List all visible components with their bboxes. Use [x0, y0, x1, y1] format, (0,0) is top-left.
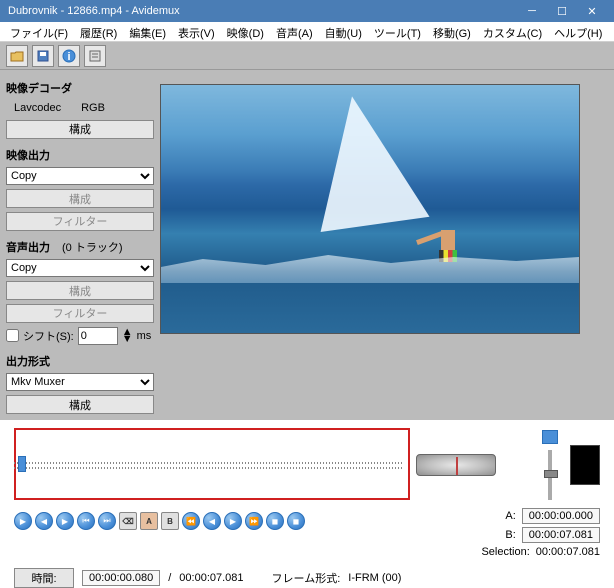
decoder-mode: RGB	[81, 102, 105, 114]
prev-black-button[interactable]: ◼	[266, 512, 284, 530]
menubar: ファイル(F) 履歴(R) 編集(E) 表示(V) 映像(D) 音声(A) 自動…	[0, 22, 614, 42]
menu-tools[interactable]: ツール(T)	[368, 22, 427, 41]
duration: 00:00:07.081	[179, 572, 243, 584]
status-row: 時間: 00:00:00.080 / 00:00:07.081 フレーム形式: …	[14, 568, 600, 588]
maximize-button[interactable]: ☐	[548, 2, 576, 20]
a-time[interactable]: 00:00:00.000	[522, 508, 600, 524]
a-label: A:	[505, 510, 515, 522]
titlebar: Dubrovnik - 12866.mp4 - Avidemux ─ ☐ ✕	[0, 0, 614, 22]
audio-tracks: (0 トラック)	[62, 239, 123, 255]
shift-unit: ms	[137, 330, 152, 342]
video-output-select[interactable]: Copy	[6, 167, 154, 186]
mark-b-button[interactable]: B	[161, 512, 179, 530]
current-time[interactable]: 00:00:00.080	[82, 570, 160, 586]
close-button[interactable]: ✕	[578, 2, 606, 20]
calc-button[interactable]	[84, 45, 106, 67]
selection-label: Selection:	[481, 546, 529, 558]
output-format-config-button[interactable]: 構成	[6, 395, 154, 414]
jog-wheel[interactable]	[416, 454, 496, 476]
decoder-codec: Lavcodec	[14, 102, 61, 114]
next-keyframe-button[interactable]: ⏭	[98, 512, 116, 530]
decoder-config-button[interactable]: 構成	[6, 120, 154, 139]
frame-type: I-FRM (00)	[348, 572, 401, 584]
audio-output-select[interactable]: Copy	[6, 259, 154, 278]
output-format-label: 出力形式	[6, 353, 154, 369]
video-output-filter-button[interactable]: フィルター	[6, 212, 154, 231]
windsurf-sail	[302, 88, 429, 232]
preview-area	[160, 70, 614, 420]
goto-start-button[interactable]: ⏪	[182, 512, 200, 530]
timeline[interactable]	[14, 454, 404, 476]
mark-a-button[interactable]: A	[140, 512, 158, 530]
delete-button[interactable]: ⌫	[119, 512, 137, 530]
vu-meter	[570, 445, 600, 485]
open-button[interactable]	[6, 45, 28, 67]
next-black-button[interactable]: ◼	[287, 512, 305, 530]
shift-checkbox[interactable]	[6, 329, 19, 342]
sidebar: 映像デコーダ Lavcodec RGB 構成 映像出力 Copy 構成 フィルタ…	[0, 70, 160, 420]
video-frame	[160, 84, 580, 334]
bottom-panel: ▶ ◀ ▶ ⏮ ⏭ ⌫ A B ⏪ ◀ ▶ ⏩ ◼ ◼ A: 00:00:00.0…	[0, 420, 614, 555]
prev-keyframe-button[interactable]: ⏮	[77, 512, 95, 530]
info-button[interactable]: i	[58, 45, 80, 67]
menu-edit[interactable]: 編集(E)	[123, 22, 172, 41]
menu-goto[interactable]: 移動(G)	[427, 22, 477, 41]
output-format-select[interactable]: Mkv Muxer	[6, 373, 154, 392]
goto-b-button[interactable]: ▶	[224, 512, 242, 530]
goto-end-button[interactable]: ⏩	[245, 512, 263, 530]
frame-type-label: フレーム形式:	[272, 570, 341, 586]
save-button[interactable]	[32, 45, 54, 67]
audio-output-config-button[interactable]: 構成	[6, 281, 154, 300]
wave	[161, 243, 579, 283]
b-time[interactable]: 00:00:07.081	[522, 527, 600, 543]
playback-controls: ▶ ◀ ▶ ⏮ ⏭ ⌫ A B ⏪ ◀ ▶ ⏩ ◼ ◼	[14, 512, 305, 530]
menu-view[interactable]: 表示(V)	[172, 22, 221, 41]
time-label-button[interactable]: 時間:	[14, 568, 74, 588]
b-label: B:	[505, 529, 515, 541]
audio-output-label: 音声出力	[6, 239, 50, 255]
menu-help[interactable]: ヘルプ(H)	[548, 22, 608, 41]
minimize-button[interactable]: ─	[518, 2, 546, 20]
decoder-label: 映像デコーダ	[6, 80, 154, 96]
video-output-label: 映像出力	[6, 147, 154, 163]
svg-text:i: i	[67, 51, 70, 63]
menu-video[interactable]: 映像(D)	[221, 22, 270, 41]
volume-slider[interactable]	[548, 450, 552, 500]
volume-icon[interactable]	[542, 430, 558, 444]
main-area: 映像デコーダ Lavcodec RGB 構成 映像出力 Copy 構成 フィルタ…	[0, 70, 614, 420]
next-frame-button[interactable]: ▶	[56, 512, 74, 530]
menu-custom[interactable]: カスタム(C)	[477, 22, 548, 41]
menu-file[interactable]: ファイル(F)	[4, 22, 74, 41]
video-output-config-button[interactable]: 構成	[6, 189, 154, 208]
play-button[interactable]: ▶	[14, 512, 32, 530]
menu-audio[interactable]: 音声(A)	[270, 22, 319, 41]
timeline-thumb[interactable]	[18, 456, 26, 472]
audio-output-filter-button[interactable]: フィルター	[6, 304, 154, 323]
goto-a-button[interactable]: ◀	[203, 512, 221, 530]
duration-prefix: /	[168, 572, 171, 584]
window-title: Dubrovnik - 12866.mp4 - Avidemux	[8, 5, 180, 17]
menu-auto[interactable]: 自動(U)	[319, 22, 368, 41]
selection-time: 00:00:07.081	[536, 546, 600, 558]
toolbar: i	[0, 42, 614, 70]
shift-label: シフト(S):	[23, 328, 74, 344]
prev-frame-button[interactable]: ◀	[35, 512, 53, 530]
menu-history[interactable]: 履歴(R)	[74, 22, 123, 41]
shift-input[interactable]: 0	[78, 327, 118, 345]
